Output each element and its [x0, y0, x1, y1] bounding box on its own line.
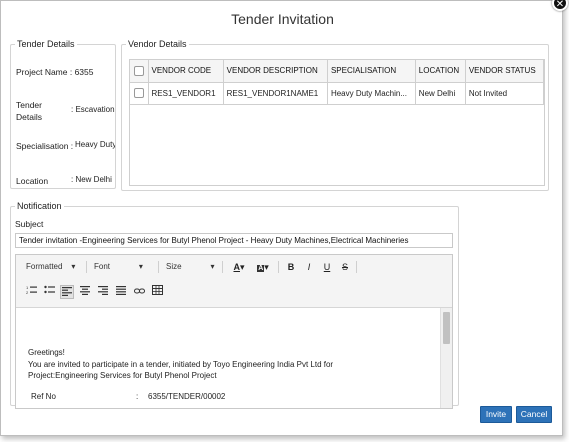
body-line-2: Project:Engineering Services for Butyl P…: [28, 371, 217, 380]
bold-button[interactable]: B: [284, 260, 298, 274]
font-dropdown[interactable]: Font ▾: [94, 260, 143, 274]
notification-legend: Notification: [17, 201, 62, 211]
specialisation-value: Heavy Duty M: [75, 140, 116, 149]
cell-location: New Delhi: [415, 82, 466, 105]
background-color-icon[interactable]: A▾: [252, 260, 274, 274]
select-all-cell: [130, 60, 149, 83]
vendor-table: VENDOR CODE VENDOR DESCRIPTION SPECIALIS…: [130, 60, 544, 105]
notification-panel: Notification Subject Tender invitation -…: [10, 201, 459, 409]
vendor-details-panel: Vendor Details VENDOR CODE VENDOR DESCRI…: [121, 39, 549, 191]
editor-content[interactable]: Greetings! You are invited to participat…: [16, 308, 440, 408]
tender-details-panel: Tender Details Project Name : 6355 Tende…: [10, 39, 116, 189]
link-icon[interactable]: [132, 285, 146, 299]
subject-label: Subject: [15, 219, 44, 229]
strikethrough-button[interactable]: S: [338, 260, 352, 274]
size-label: Size: [166, 262, 182, 271]
project-name-label: Project Name : 6355: [16, 67, 94, 77]
col-vendor-description[interactable]: VENDOR DESCRIPTION: [223, 60, 328, 83]
body-line-1: You are invited to participate in a tend…: [28, 360, 334, 369]
specialisation-label: Specialisation :: [16, 141, 74, 151]
editor-toolbar: Formatted ▾ Font ▾ Size ▾ A▾ A▾ B I U S …: [16, 255, 452, 308]
format-dropdown[interactable]: Formatted ▾: [26, 260, 75, 274]
chevron-down-icon: ▾: [64, 262, 76, 271]
col-location[interactable]: LOCATION: [415, 60, 466, 83]
ref-no-separator: :: [136, 392, 139, 401]
tender-details-value: : Escavation Wo: [71, 105, 115, 114]
text-color-icon[interactable]: A▾: [228, 260, 250, 274]
cancel-button[interactable]: Cancel: [516, 406, 552, 423]
col-specialisation[interactable]: SPECIALISATION: [327, 60, 416, 83]
col-vendor-status[interactable]: VENDOR STATUS: [465, 60, 544, 83]
ref-no-value: 6355/TENDER/00002: [148, 392, 226, 401]
cell-vendor-status: Not Invited: [465, 82, 544, 105]
location-value: : New Delhi: [71, 175, 112, 184]
ref-no-label: Ref No: [31, 392, 56, 401]
tender-invitation-dialog: Tender Invitation ✕ Tender Details Proje…: [0, 0, 568, 436]
subject-input[interactable]: Tender invitation -Engineering Services …: [15, 233, 453, 248]
align-center-icon[interactable]: [78, 285, 92, 299]
table-row[interactable]: RES1_VENDOR1 RES1_VENDOR1NAME1 Heavy Dut…: [130, 82, 544, 105]
invite-button[interactable]: Invite: [480, 406, 512, 423]
bullet-list-icon[interactable]: [42, 285, 56, 299]
cell-vendor-code: RES1_VENDOR1: [148, 82, 224, 105]
cell-specialisation: Heavy Duty Machin...: [327, 82, 416, 105]
location-label: Location: [16, 176, 49, 186]
align-right-icon[interactable]: [96, 285, 110, 299]
vendor-details-legend: Vendor Details: [128, 39, 187, 49]
align-left-icon[interactable]: [60, 285, 74, 299]
rich-text-editor: Formatted ▾ Font ▾ Size ▾ A▾ A▾ B I U S …: [15, 254, 453, 409]
underline-button[interactable]: U: [320, 260, 334, 274]
vendor-header-row: VENDOR CODE VENDOR DESCRIPTION SPECIALIS…: [130, 60, 544, 83]
table-icon[interactable]: [150, 285, 164, 299]
chevron-down-icon: ▾: [112, 262, 143, 271]
greeting-text: Greetings!: [28, 348, 65, 357]
format-label: Formatted: [26, 262, 63, 271]
col-vendor-code[interactable]: VENDOR CODE: [148, 60, 224, 83]
tender-details-legend: Tender Details: [17, 39, 75, 49]
select-all-checkbox[interactable]: [133, 65, 144, 76]
italic-button[interactable]: I: [302, 260, 316, 274]
numbered-list-icon[interactable]: 12: [24, 285, 38, 299]
align-justify-icon[interactable]: [114, 285, 128, 299]
dialog-title: Tender Invitation: [231, 11, 334, 27]
font-label: Font: [94, 262, 111, 271]
close-icon[interactable]: ✕: [552, 0, 568, 11]
scrollbar-thumb[interactable]: [443, 312, 450, 344]
size-dropdown[interactable]: Size ▾: [166, 260, 214, 274]
chevron-down-icon: ▾: [183, 262, 215, 271]
vendor-grid: VENDOR CODE VENDOR DESCRIPTION SPECIALIS…: [129, 59, 545, 186]
editor-scrollbar[interactable]: [440, 308, 452, 408]
svg-text:2: 2: [26, 290, 29, 295]
tender-details-label: Tender Details: [16, 100, 42, 122]
row-checkbox[interactable]: [133, 88, 144, 98]
cell-vendor-description: RES1_VENDOR1NAME1: [223, 82, 328, 105]
row-select-cell: [130, 82, 149, 105]
